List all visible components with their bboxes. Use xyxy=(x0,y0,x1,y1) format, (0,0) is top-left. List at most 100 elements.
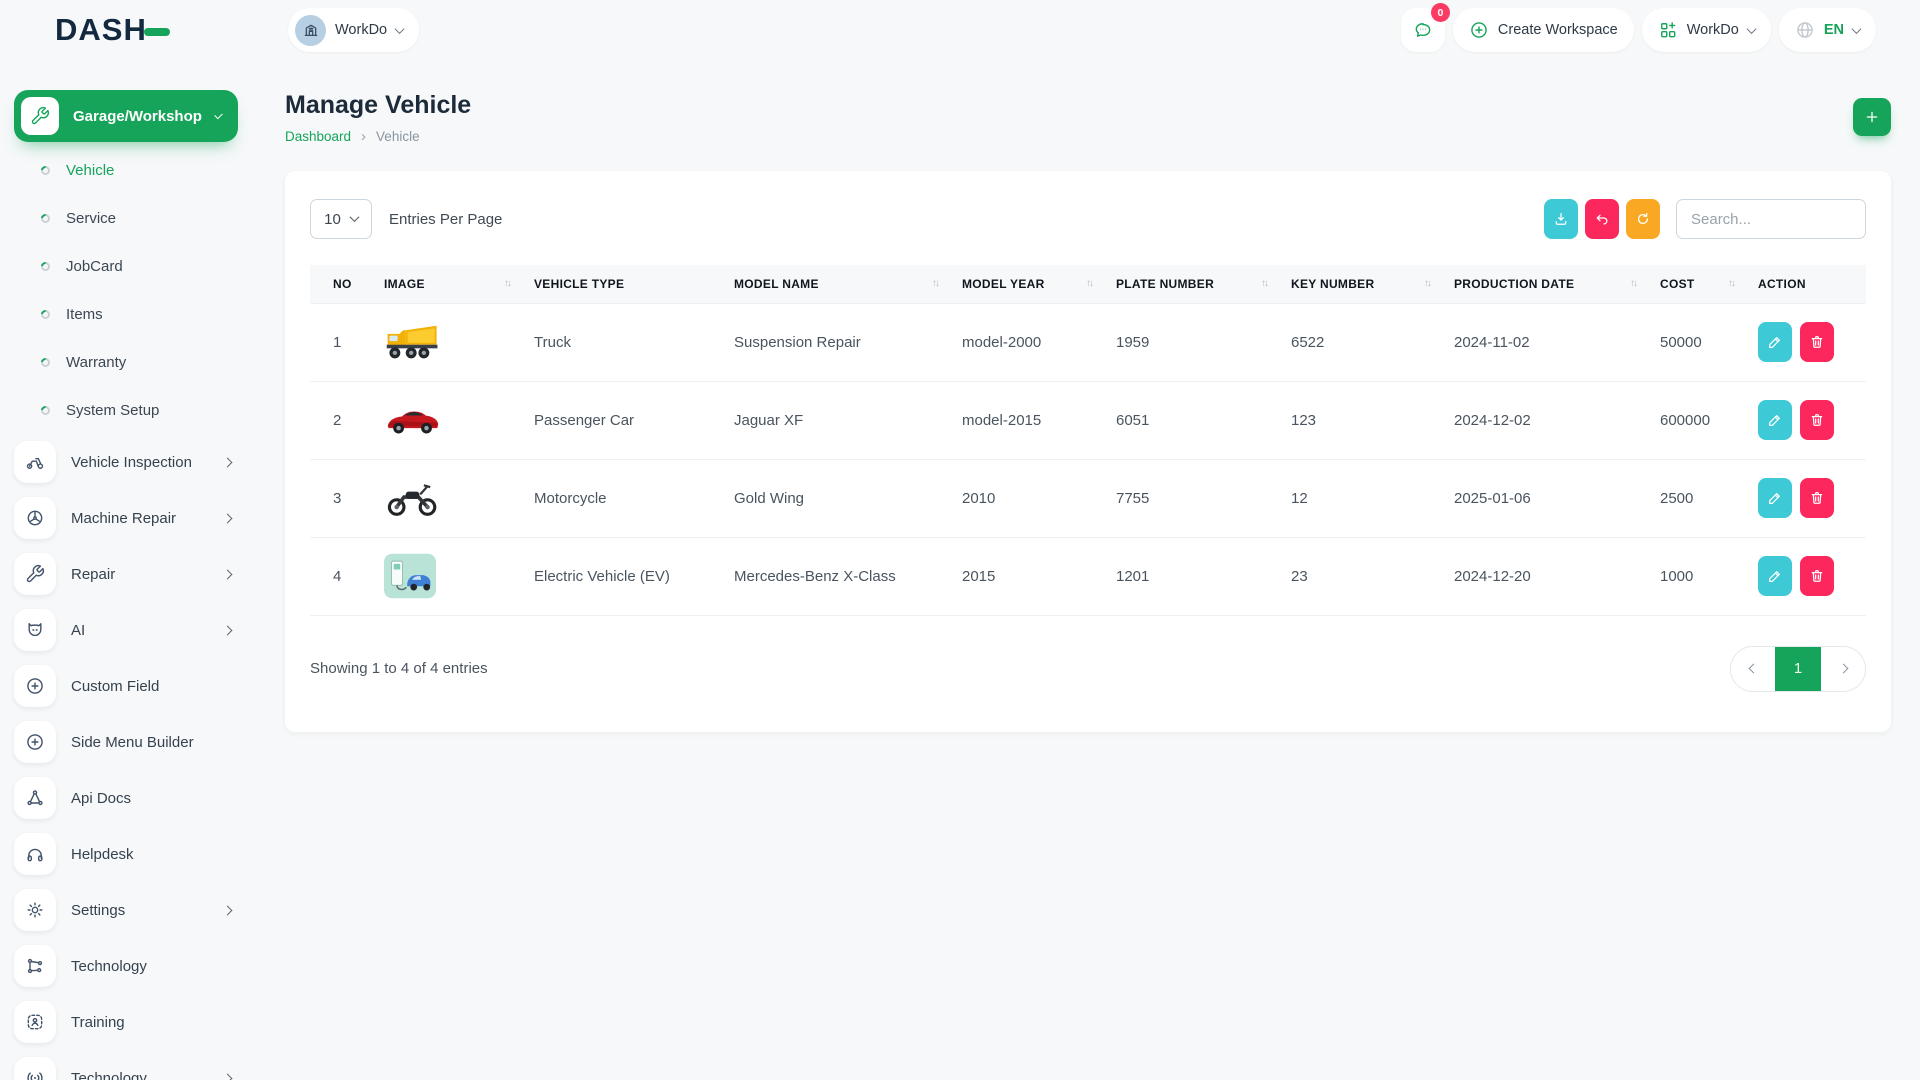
cell-key-number: 123 xyxy=(1281,381,1444,459)
sidebar-item-warranty[interactable]: Warranty xyxy=(0,338,255,386)
cell-vehicle-type: Motorcycle xyxy=(524,459,724,537)
cell-model-year: 2010 xyxy=(952,459,1106,537)
sidebar-group-training[interactable]: Training xyxy=(0,994,255,1050)
sort-icon[interactable]: ↑↓ xyxy=(1728,278,1738,289)
delete-button[interactable] xyxy=(1800,322,1834,362)
col-header-model-year[interactable]: MODEL YEAR↑↓ xyxy=(952,265,1106,303)
sidebar-item-service[interactable]: Service xyxy=(0,194,255,242)
table-footer: Showing 1 to 4 of 4 entries 1 xyxy=(310,646,1866,692)
sidebar-group-settings[interactable]: Settings xyxy=(0,882,255,938)
sidebar-item-label: Vehicle xyxy=(66,162,114,179)
language-selector[interactable]: EN xyxy=(1779,8,1876,52)
edit-button[interactable] xyxy=(1758,556,1792,596)
pagination-next-button[interactable] xyxy=(1821,647,1865,691)
cell-production-date: 2024-11-02 xyxy=(1444,303,1650,381)
col-header-production-date[interactable]: PRODUCTION DATE↑↓ xyxy=(1444,265,1650,303)
page-header: Manage Vehicle Dashboard › Vehicle xyxy=(285,88,1891,145)
cell-production-date: 2024-12-20 xyxy=(1444,537,1650,615)
grid-plus-icon xyxy=(1658,20,1678,40)
cell-key-number: 23 xyxy=(1281,537,1444,615)
messages-button[interactable]: 0 xyxy=(1401,8,1445,52)
add-vehicle-button[interactable] xyxy=(1853,98,1891,136)
pagination-page-1[interactable]: 1 xyxy=(1775,647,1821,691)
sidebar-group-machine-repair[interactable]: Machine Repair xyxy=(0,490,255,546)
person-frame-icon xyxy=(14,1001,56,1043)
cell-model-name: Suspension Repair xyxy=(724,303,952,381)
pencil-icon xyxy=(1767,568,1783,584)
sort-icon[interactable]: ↑↓ xyxy=(1424,278,1434,289)
delete-button[interactable] xyxy=(1800,556,1834,596)
delete-button[interactable] xyxy=(1800,400,1834,440)
search-input[interactable] xyxy=(1676,199,1866,239)
sidebar-group-custom-field[interactable]: Custom Field xyxy=(0,658,255,714)
breadcrumb-dashboard-link[interactable]: Dashboard xyxy=(285,129,351,144)
plus-circle-icon xyxy=(14,665,56,707)
entries-per-page-select[interactable]: 10 xyxy=(310,199,372,239)
sort-icon[interactable]: ↑↓ xyxy=(1630,278,1640,289)
sidebar-group-side-menu-builder[interactable]: Side Menu Builder xyxy=(0,714,255,770)
sidebar-item-label: System Setup xyxy=(66,402,159,419)
col-header-model-name[interactable]: MODEL NAME↑↓ xyxy=(724,265,952,303)
sidebar-group-label: Vehicle Inspection xyxy=(71,454,192,471)
sidebar-group-label: AI xyxy=(71,622,85,639)
undo-icon xyxy=(1594,211,1610,227)
pencil-icon xyxy=(1767,334,1783,350)
cell-vehicle-type: Electric Vehicle (EV) xyxy=(524,537,724,615)
sidebar-group-technology-2[interactable]: Technology xyxy=(0,1050,255,1080)
export-button[interactable] xyxy=(1544,199,1578,239)
cell-vehicle-type: Passenger Car xyxy=(524,381,724,459)
cell-model-year: model-2015 xyxy=(952,381,1106,459)
sidebar-group-ai[interactable]: AI xyxy=(0,602,255,658)
chevron-down-icon xyxy=(395,24,405,34)
sidebar-item-jobcard[interactable]: JobCard xyxy=(0,242,255,290)
edit-button[interactable] xyxy=(1758,400,1792,440)
col-header-plate-number[interactable]: PLATE NUMBER↑↓ xyxy=(1106,265,1281,303)
trash-icon xyxy=(1809,334,1825,350)
sidebar-group-garage-workshop[interactable]: Garage/Workshop xyxy=(14,90,238,142)
topbar-actions: 0 Create Workspace WorkDo EN xyxy=(1401,8,1876,52)
cell-model-name: Mercedes-Benz X-Class xyxy=(724,537,952,615)
delete-button[interactable] xyxy=(1800,478,1834,518)
sidebar-group-helpdesk[interactable]: Helpdesk xyxy=(0,826,255,882)
sort-icon[interactable]: ↑↓ xyxy=(1086,278,1096,289)
chat-badge: 0 xyxy=(1431,3,1450,22)
page-title: Manage Vehicle xyxy=(285,88,471,122)
cell-model-name: Jaguar XF xyxy=(724,381,952,459)
col-header-key-number[interactable]: KEY NUMBER↑↓ xyxy=(1281,265,1444,303)
col-header-cost[interactable]: COST↑↓ xyxy=(1650,265,1748,303)
sort-icon[interactable]: ↑↓ xyxy=(932,278,942,289)
col-header-image[interactable]: IMAGE↑↓ xyxy=(374,265,524,303)
sidebar-group-api-docs[interactable]: Api Docs xyxy=(0,770,255,826)
app-switcher[interactable]: WorkDo xyxy=(1642,8,1771,52)
sidebar-item-vehicle[interactable]: Vehicle xyxy=(0,146,255,194)
chevron-right-icon xyxy=(223,513,233,523)
sidebar-item-system-setup[interactable]: System Setup xyxy=(0,386,255,434)
sidebar-item-label: Service xyxy=(66,210,116,227)
wrench-icon xyxy=(14,553,56,595)
trash-icon xyxy=(1809,490,1825,506)
reset-button[interactable] xyxy=(1585,199,1619,239)
sidebar-group-repair[interactable]: Repair xyxy=(0,546,255,602)
app-switcher-label: WorkDo xyxy=(1687,22,1739,38)
pagination-prev-button[interactable] xyxy=(1731,647,1775,691)
sidebar-group-technology[interactable]: Technology xyxy=(0,938,255,994)
headphones-icon xyxy=(14,833,56,875)
bullet-icon xyxy=(39,356,52,369)
sidebar-group-vehicle-inspection[interactable]: Vehicle Inspection xyxy=(0,434,255,490)
breadcrumb-separator: › xyxy=(361,128,366,145)
bullet-icon xyxy=(39,260,52,273)
chevron-down-icon xyxy=(1746,24,1756,34)
create-workspace-button[interactable]: Create Workspace xyxy=(1453,8,1634,52)
sort-icon[interactable]: ↑↓ xyxy=(504,278,514,289)
refresh-button[interactable] xyxy=(1626,199,1660,239)
edit-button[interactable] xyxy=(1758,322,1792,362)
workspace-switcher[interactable]: WorkDo xyxy=(288,8,419,52)
moped-icon xyxy=(14,441,56,483)
vehicle-table: NO IMAGE↑↓ VEHICLE TYPE MODEL NAME↑↓ MOD… xyxy=(310,265,1866,616)
sidebar-item-items[interactable]: Items xyxy=(0,290,255,338)
sort-icon[interactable]: ↑↓ xyxy=(1261,278,1271,289)
dash-logo[interactable]: DASH xyxy=(0,12,255,48)
edit-button[interactable] xyxy=(1758,478,1792,518)
bullet-icon xyxy=(39,404,52,417)
table-actions xyxy=(1544,199,1866,239)
